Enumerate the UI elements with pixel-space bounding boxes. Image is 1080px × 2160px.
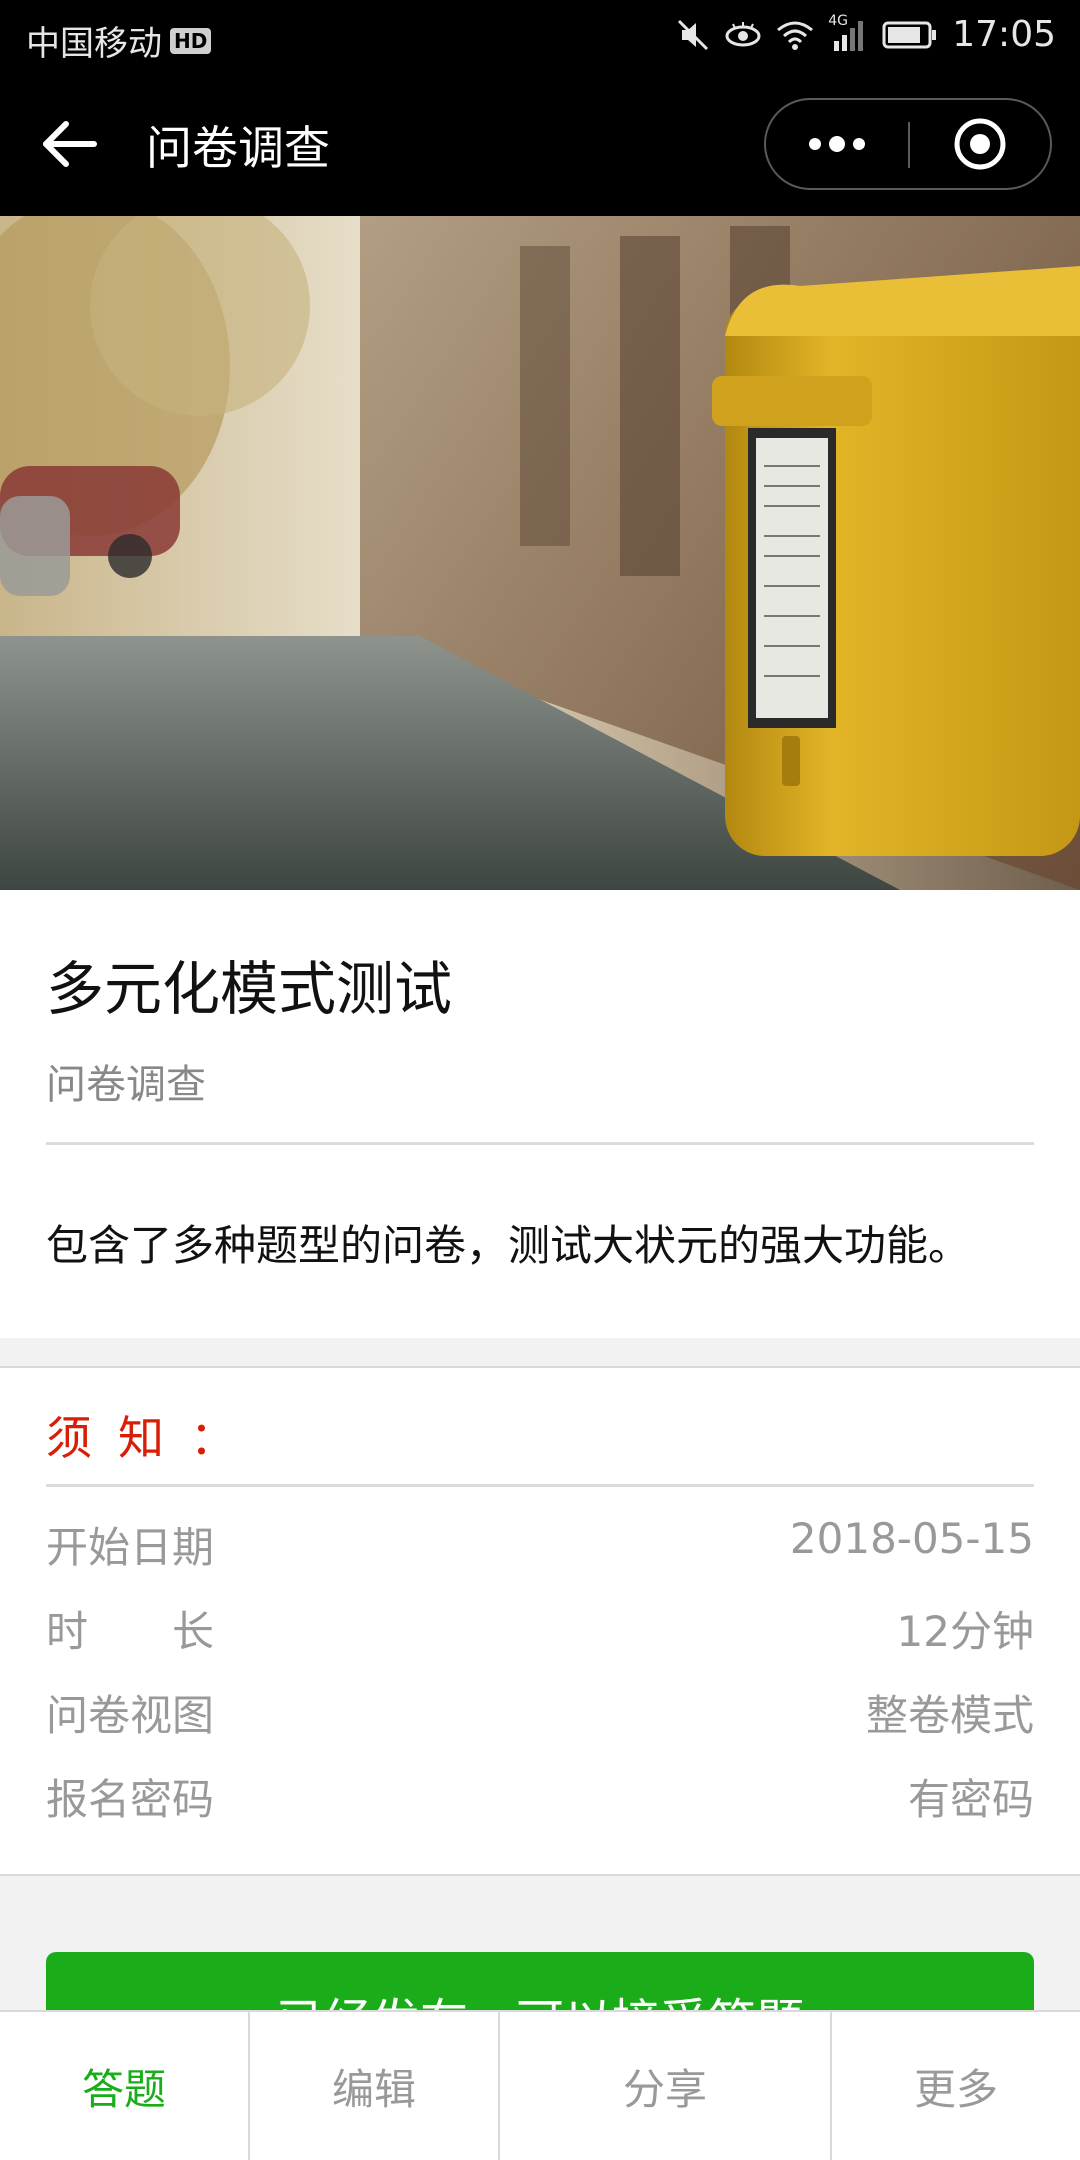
close-target-icon [954,118,1006,170]
divider [46,1142,1034,1145]
bottom-tab-bar: 答题 编辑 分享 更多 [0,2010,1080,2160]
nav-bar: 问卷调查 [0,72,1080,216]
close-button[interactable] [910,100,1050,188]
notice-title: 须知： [46,1411,262,1465]
battery-icon [882,20,938,50]
wifi-icon [776,20,814,50]
notice-card: 须知： 开始日期 2018-05-15 时长 12分钟 问卷视图 整卷模式 报名… [0,1366,1080,1876]
info-row-start-date: 开始日期 2018-05-15 [46,1514,1034,1574]
info-row-view-mode: 问卷视图 整卷模式 [46,1682,1034,1742]
status-bar: 中国移动 HD 4G 17:05 [0,0,1080,72]
status-icons: 4G 17:05 [676,13,1056,55]
back-button[interactable] [38,116,108,172]
more-button[interactable] [766,100,908,188]
survey-description: 包含了多种题型的问卷，测试大状元的强大功能。 [46,1221,971,1270]
nav-title: 问卷调查 [146,121,330,175]
divider [46,1484,1034,1487]
info-row-duration: 时长 12分钟 [46,1598,1034,1658]
signal-icon: 4G [828,13,868,51]
row-label: 问卷视图 [46,1691,215,1740]
tab-more[interactable]: 更多 [832,2012,1080,2160]
row-value: 整卷模式 [865,1691,1034,1740]
tab-share[interactable]: 分享 [500,2012,832,2160]
info-row-password: 报名密码 有密码 [46,1766,1034,1826]
row-label: 开始日期 [46,1523,215,1572]
tab-answer[interactable]: 答题 [0,2012,250,2160]
network-type: 4G [828,12,849,29]
carrier-name: 中国移动 [26,24,162,64]
page: 中国移动 HD 4G 17:05 问卷调查 多元化模式测试 问卷调查 包含了多种… [0,0,1080,2160]
more-dots-icon [809,136,865,152]
survey-title: 多元化模式测试 [46,955,453,1023]
hd-badge: HD [170,27,212,54]
back-arrow-icon [43,121,97,167]
carrier: 中国移动 HD [26,16,212,65]
row-value: 12分钟 [896,1607,1034,1656]
eye-icon [724,20,762,50]
row-value: 有密码 [907,1775,1034,1824]
capsule-menu [764,98,1052,190]
clock: 17:05 [952,14,1056,55]
survey-info-card: 多元化模式测试 问卷调查 包含了多种题型的问卷，测试大状元的强大功能。 [0,890,1080,1338]
row-value: 2018-05-15 [789,1514,1034,1563]
banner-image [0,216,1080,890]
row-label: 时长 [46,1607,299,1656]
mute-icon [676,18,710,52]
survey-type: 问卷调查 [46,1062,206,1108]
tab-edit[interactable]: 编辑 [250,2012,500,2160]
row-label: 报名密码 [46,1775,215,1824]
